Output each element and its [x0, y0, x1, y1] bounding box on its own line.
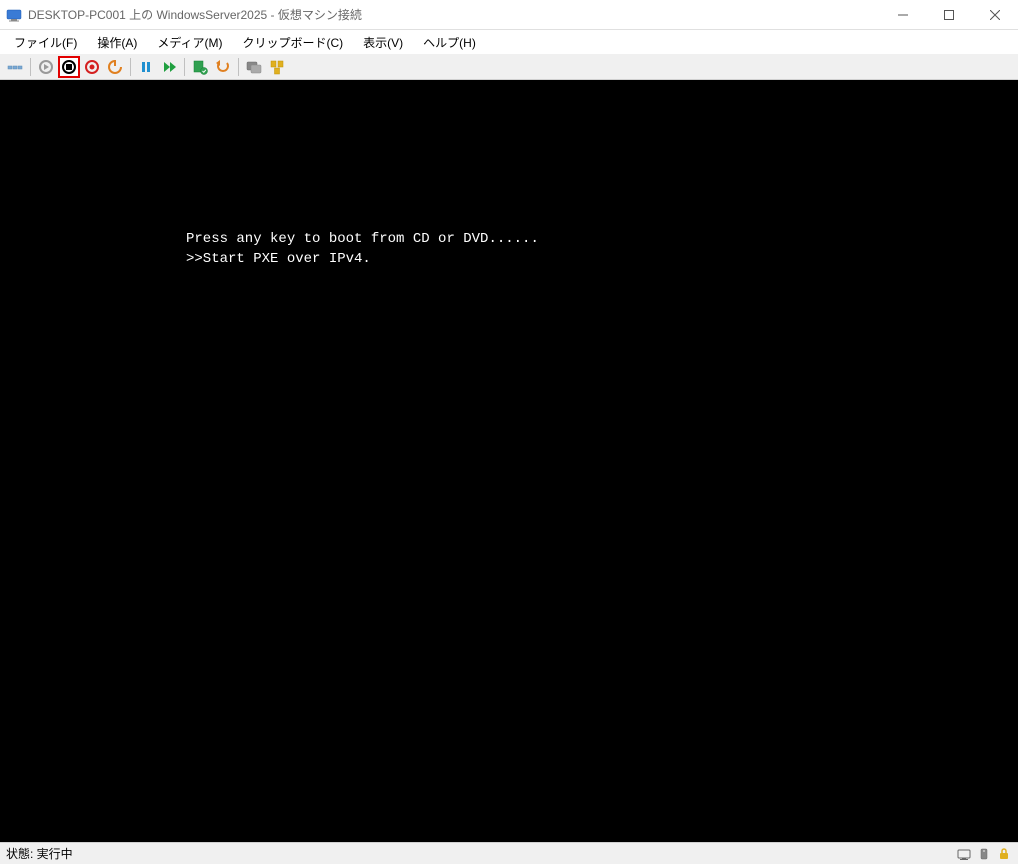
console-line-1: Press any key to boot from CD or DVD....…	[186, 230, 1018, 250]
network-icon	[956, 846, 972, 862]
minimize-button[interactable]	[880, 0, 926, 30]
separator	[30, 58, 31, 76]
ctrl-alt-del-button[interactable]	[4, 56, 26, 78]
menu-file[interactable]: ファイル(F)	[4, 31, 87, 54]
reset-button[interactable]	[158, 56, 180, 78]
status-right	[956, 846, 1012, 862]
save-button[interactable]	[104, 56, 126, 78]
menu-help[interactable]: ヘルプ(H)	[413, 31, 486, 54]
console-line-2: >>Start PXE over IPv4.	[186, 250, 1018, 270]
checkpoint-button[interactable]	[189, 56, 211, 78]
window-title: DESKTOP-PC001 上の WindowsServer2025 - 仮想マ…	[28, 6, 362, 23]
share-button[interactable]	[266, 56, 288, 78]
menu-action[interactable]: 操作(A)	[87, 31, 147, 54]
status-text: 状態: 実行中	[6, 845, 73, 862]
shut-down-button[interactable]	[81, 56, 103, 78]
enhanced-session-button[interactable]	[243, 56, 265, 78]
separator	[130, 58, 131, 76]
pause-button[interactable]	[135, 56, 157, 78]
menu-clipboard[interactable]: クリップボード(C)	[232, 31, 353, 54]
app-icon	[6, 7, 22, 23]
separator	[238, 58, 239, 76]
title-left: DESKTOP-PC001 上の WindowsServer2025 - 仮想マ…	[6, 6, 362, 23]
start-button-disabled[interactable]	[35, 56, 57, 78]
toolbar	[0, 54, 1018, 80]
vm-console[interactable]: Press any key to boot from CD or DVD....…	[0, 80, 1018, 842]
revert-button[interactable]	[212, 56, 234, 78]
maximize-button[interactable]	[926, 0, 972, 30]
turn-off-button[interactable]	[58, 56, 80, 78]
menu-bar: ファイル(F) 操作(A) メディア(M) クリップボード(C) 表示(V) ヘ…	[0, 30, 1018, 54]
window-controls	[880, 0, 1018, 30]
menu-media[interactable]: メディア(M)	[147, 31, 232, 54]
close-button[interactable]	[972, 0, 1018, 30]
separator	[184, 58, 185, 76]
lock-icon	[996, 846, 1012, 862]
sound-icon	[976, 846, 992, 862]
title-bar: DESKTOP-PC001 上の WindowsServer2025 - 仮想マ…	[0, 0, 1018, 30]
status-bar: 状態: 実行中	[0, 842, 1018, 864]
menu-view[interactable]: 表示(V)	[353, 31, 413, 54]
